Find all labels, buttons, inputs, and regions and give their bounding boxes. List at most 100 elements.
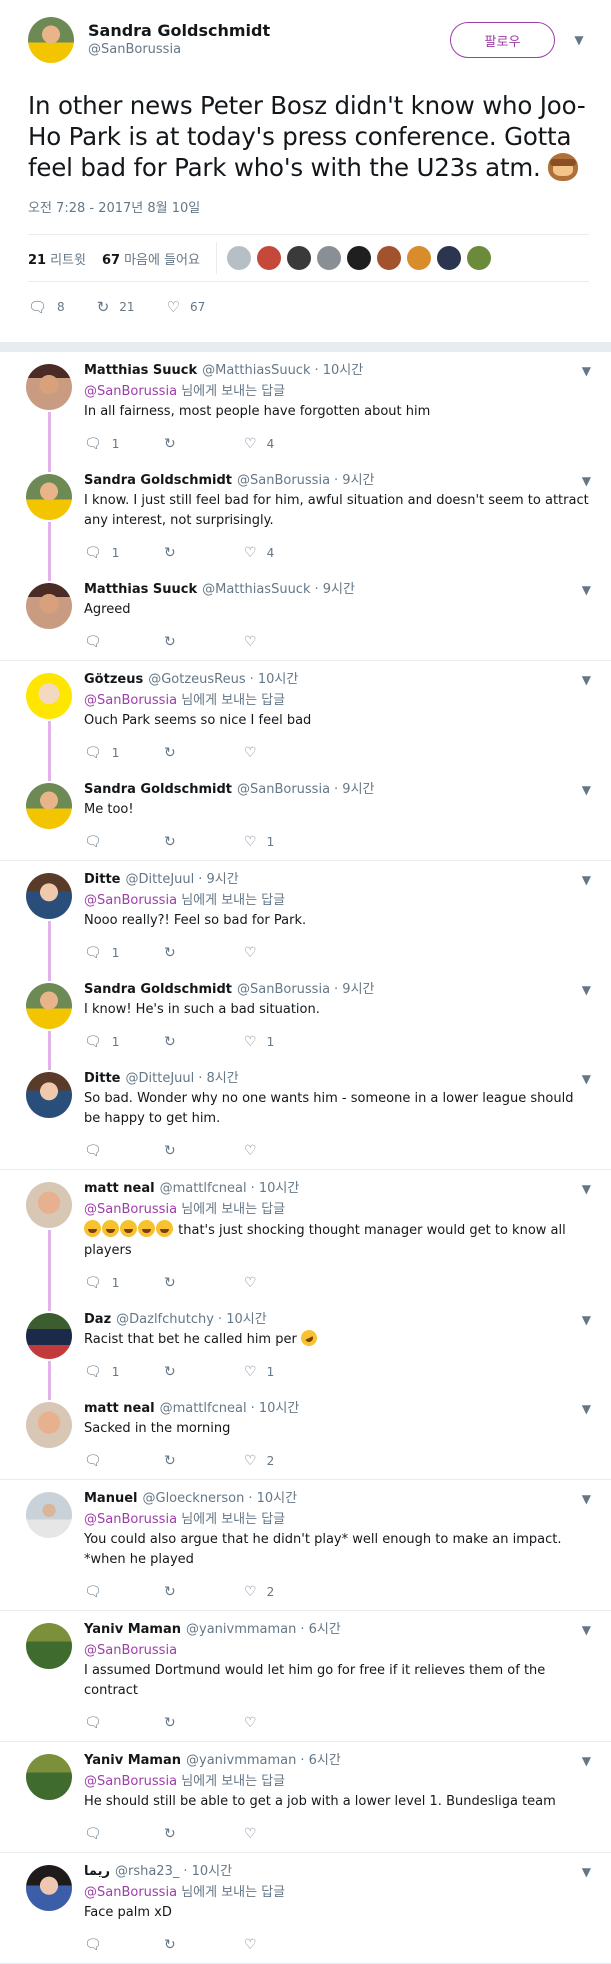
retweet-action[interactable]: ↻ [164,745,244,761]
like-action[interactable]: ♡ 2 [244,1584,324,1600]
reply-action[interactable]: 🗨 [84,834,164,850]
like-action[interactable]: ♡ 67 [167,298,206,316]
liker-avatar[interactable] [376,246,401,270]
author-handle[interactable]: @MatthiasSuuck [202,581,310,599]
like-action[interactable]: ♡ 4 [244,545,324,561]
reply-action[interactable]: 🗨 1 [84,436,164,452]
author-handle[interactable]: @Gloecknerson [143,1490,245,1508]
retweet-action[interactable]: ↻ [164,834,244,850]
chevron-down-icon[interactable]: ▼ [582,1070,591,1088]
liker-avatar[interactable] [256,246,281,270]
mention-link[interactable]: @SanBorussia [84,893,177,908]
reply-tweet[interactable]: Götzeus @GotzeusReus · 10시간 ▼ @SanBorussia 님… [0,661,611,771]
reply-action[interactable]: 🗨 [84,1826,164,1842]
avatar[interactable] [26,1182,72,1228]
avatar[interactable] [28,17,74,63]
like-action[interactable]: ♡ 1 [244,834,324,850]
author-handle[interactable]: @yanivmmaman [186,1752,296,1770]
author-name[interactable]: Daz [84,1311,111,1329]
reply-action[interactable]: 🗨 [84,1937,164,1953]
mention-link[interactable]: @SanBorussia [84,1202,177,1217]
author-handle[interactable]: @DitteJuul [126,1070,195,1088]
chevron-down-icon[interactable]: ▼ [582,472,591,490]
author-name[interactable]: Ditte [84,1070,121,1088]
author-name[interactable]: Götzeus [84,671,143,689]
avatar[interactable] [26,1402,72,1448]
timestamp[interactable]: · 8시간 [198,1070,238,1088]
reply-tweet[interactable]: Sandra Goldschmidt @SanBorussia · 9시간 ▼ I kn… [0,462,611,571]
author-name[interactable]: Sandra Goldschmidt [84,981,232,999]
chevron-down-icon[interactable]: ▼ [582,1490,591,1508]
reply-action[interactable]: 🗨 [84,1453,164,1469]
avatar[interactable] [26,983,72,1029]
liker-avatar[interactable] [436,246,461,270]
liker-avatar[interactable] [346,246,371,270]
author-name[interactable]: ريما [84,1863,110,1881]
liker-avatar[interactable] [406,246,431,270]
chevron-down-icon[interactable]: ▼ [582,871,591,889]
like-action[interactable]: ♡ 1 [244,1034,324,1050]
avatar[interactable] [26,873,72,919]
mention-link[interactable]: @SanBorussia [84,1774,177,1789]
chevron-down-icon[interactable]: ▼ [569,30,589,50]
avatar[interactable] [26,1623,72,1669]
like-action[interactable]: ♡ [244,1826,324,1842]
timestamp[interactable]: · 10시간 [251,1180,300,1198]
timestamp[interactable]: · 10시간 [314,362,363,380]
author-handle[interactable]: @yanivmmaman [186,1621,296,1639]
reply-tweet[interactable]: matt neal @mattlfcneal · 10시간 ▼ @SanBorussia… [0,1170,611,1301]
timestamp[interactable]: · 10시간 [248,1490,297,1508]
author-handle[interactable]: @SanBorussia [237,472,330,490]
avatar[interactable] [26,783,72,829]
timestamp[interactable]: · 10시간 [218,1311,267,1329]
follow-button[interactable]: 팔로우 [450,22,555,58]
reply-tweet[interactable]: Matthias Suuck @MatthiasSuuck · 9시간 ▼ Agreed… [0,571,611,660]
author-name[interactable]: matt neal [84,1400,155,1418]
author-name[interactable]: Sandra Goldschmidt [84,472,232,490]
like-action[interactable]: ♡ 2 [244,1453,324,1469]
like-action[interactable]: ♡ [244,1275,324,1291]
like-action[interactable]: ♡ 1 [244,1364,324,1380]
avatar[interactable] [26,673,72,719]
chevron-down-icon[interactable]: ▼ [582,1863,591,1881]
chevron-down-icon[interactable]: ▼ [582,1621,591,1639]
author-name[interactable]: Matthias Suuck [84,581,197,599]
timestamp[interactable]: · 6시간 [300,1752,340,1770]
reply-action[interactable]: 🗨 1 [84,945,164,961]
mention-link[interactable]: @SanBorussia [84,1512,177,1527]
reply-tweet[interactable]: Sandra Goldschmidt @SanBorussia · 9시간 ▼ Me t… [0,771,611,860]
reply-action[interactable]: 🗨 1 [84,1364,164,1380]
reply-action[interactable]: 🗨 1 [84,545,164,561]
chevron-down-icon[interactable]: ▼ [582,671,591,689]
retweet-action[interactable]: ↻ [164,1034,244,1050]
author-name[interactable]: Yaniv Maman [84,1621,181,1639]
mention-link[interactable]: @SanBorussia [84,384,177,399]
liker-avatar[interactable] [466,246,491,270]
retweet-action[interactable]: ↻ [164,545,244,561]
avatar[interactable] [26,1313,72,1359]
author-handle[interactable]: @SanBorussia [88,41,450,59]
avatar[interactable] [26,364,72,410]
author-handle[interactable]: @SanBorussia [237,781,330,799]
reply-action[interactable]: 🗨 1 [84,1034,164,1050]
retweet-action[interactable]: ↻ [164,1275,244,1291]
retweet-action[interactable]: ↻ [164,1937,244,1953]
retweet-action[interactable]: ↻ [164,1143,244,1159]
retweet-action[interactable]: ↻ [164,1453,244,1469]
avatar[interactable] [26,1865,72,1911]
author-name[interactable]: Sandra Goldschmidt [88,21,450,41]
mention-link[interactable]: @SanBorussia [84,1885,177,1900]
reply-tweet[interactable]: Ditte @DitteJuul · 8시간 ▼ So bad. Wonder why … [0,1060,611,1169]
retweet-action[interactable]: ↻ [164,1364,244,1380]
timestamp[interactable]: · 10시간 [251,1400,300,1418]
author-handle[interactable]: @GotzeusReus [148,671,245,689]
like-action[interactable]: ♡ [244,1715,324,1731]
like-action[interactable]: ♡ [244,745,324,761]
mention-link[interactable]: @SanBorussia [84,693,177,708]
mention-link[interactable]: @SanBorussia [84,1643,177,1658]
author-handle[interactable]: @mattlfcneal [160,1400,247,1418]
avatar[interactable] [26,583,72,629]
timestamp[interactable]: · 10시간 [250,671,299,689]
author-handle[interactable]: @MatthiasSuuck [202,362,310,380]
reply-tweet[interactable]: Daz @Dazlfchutchy · 10시간 ▼ Racist that bet h… [0,1301,611,1390]
